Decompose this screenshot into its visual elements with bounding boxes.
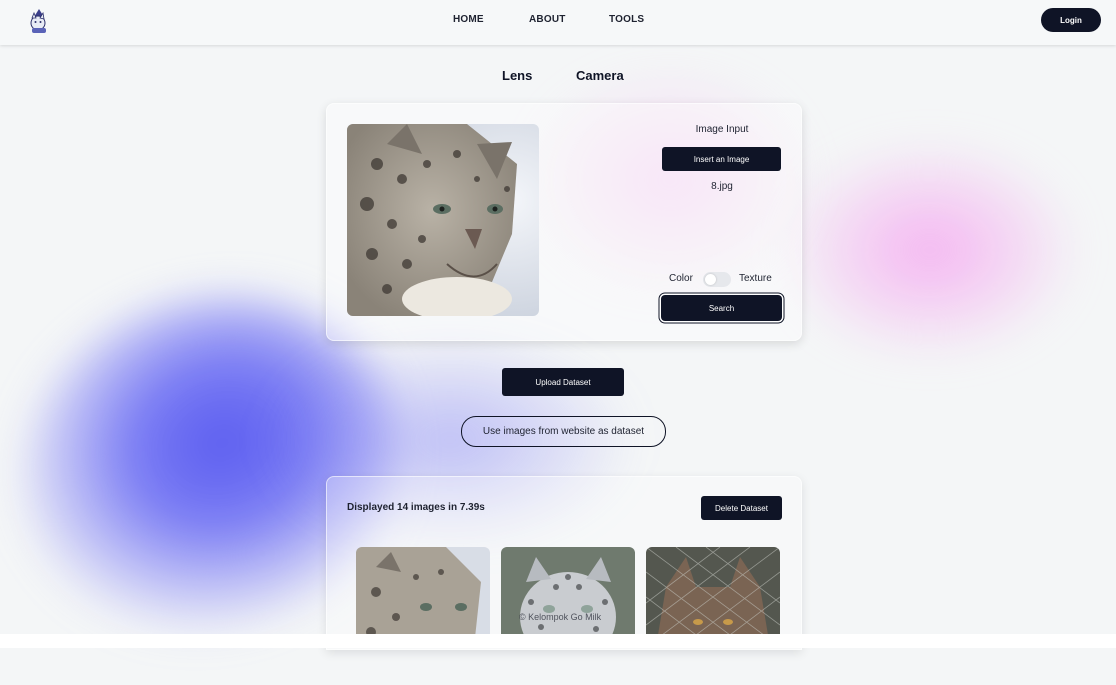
upload-dataset-button[interactable]: Upload Dataset bbox=[502, 368, 624, 396]
top-navbar: HOME ABOUT TOOLS Login bbox=[0, 0, 1116, 45]
results-panel: Displayed 14 images in 7.39s Delete Data… bbox=[326, 476, 802, 650]
color-texture-toggle-row: Color Texture bbox=[667, 272, 777, 288]
pink-background-blob bbox=[780, 140, 1080, 360]
tab-camera[interactable]: Camera bbox=[576, 68, 624, 83]
result-thumbnail[interactable] bbox=[356, 547, 490, 647]
delete-dataset-button[interactable]: Delete Dataset bbox=[701, 496, 782, 520]
result-thumbnail[interactable] bbox=[646, 547, 780, 647]
query-image-preview bbox=[347, 124, 539, 316]
login-button[interactable]: Login bbox=[1041, 8, 1101, 32]
toggle-texture-label: Texture bbox=[739, 273, 772, 284]
insert-image-button[interactable]: Insert an Image bbox=[662, 147, 781, 171]
result-thumbnail[interactable] bbox=[501, 547, 635, 647]
watermark-text: © Kelompok Go Milk bbox=[519, 612, 602, 622]
tab-lens[interactable]: Lens bbox=[502, 68, 532, 83]
color-texture-toggle[interactable] bbox=[703, 272, 731, 287]
query-card: Image Input Insert an Image 8.jpg Color … bbox=[326, 103, 802, 341]
selected-filename: 8.jpg bbox=[711, 181, 733, 192]
nav-home-link[interactable]: HOME bbox=[453, 14, 484, 25]
use-website-dataset-button[interactable]: Use images from website as dataset bbox=[461, 416, 666, 447]
bottom-strip bbox=[0, 634, 1116, 648]
toggle-knob bbox=[705, 274, 716, 285]
results-summary: Displayed 14 images in 7.39s bbox=[347, 502, 485, 513]
search-button[interactable]: Search bbox=[661, 295, 782, 321]
nav-tools-link[interactable]: TOOLS bbox=[609, 14, 644, 25]
nav-about-link[interactable]: ABOUT bbox=[529, 14, 566, 25]
nav-links: HOME ABOUT TOOLS bbox=[0, 0, 1116, 45]
toggle-color-label: Color bbox=[669, 273, 693, 284]
image-input-label: Image Input bbox=[695, 124, 749, 135]
